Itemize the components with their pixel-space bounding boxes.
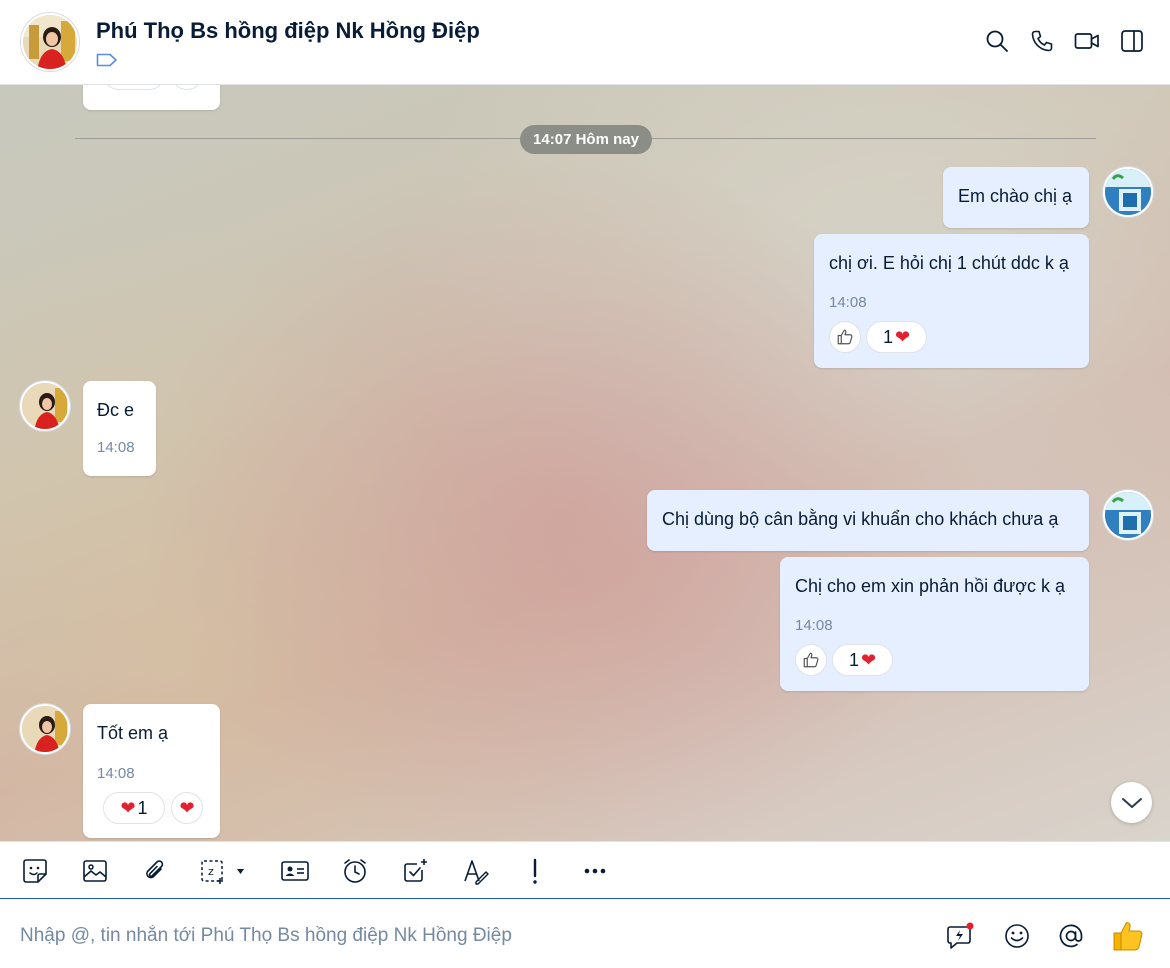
message-text: Chị cho em xin phản hồi được k ạ [795,576,1065,596]
message-bubble[interactable]: chị ơi. E hỏi chị 1 chút ddc k ạ 14:08 1… [814,234,1089,368]
chevron-down-icon [1121,797,1142,808]
message-text: Tốt em ạ [97,723,169,743]
emoji-icon[interactable] [1001,920,1033,952]
video-icon[interactable] [1073,27,1101,55]
thumbs-up-icon [837,329,853,345]
todo-icon[interactable] [398,854,432,888]
conversation-title[interactable]: Phú Thọ Bs hồng điệp Nk Hồng Điệp [96,18,480,44]
message-time: 14:08 [97,765,135,782]
screenshot-icon[interactable]: z [198,854,256,888]
heart-icon: ❤ [894,326,911,347]
message-bubble[interactable]: Chị dùng bộ cân bằng vi khuẩn cho khách … [647,490,1089,551]
attachment-icon[interactable] [138,854,172,888]
heart-react-button[interactable]: ❤ [171,792,203,824]
message-time: 14:08 [795,617,833,634]
phone-icon[interactable] [1028,27,1056,55]
chat-header: Phú Thọ Bs hồng điệp Nk Hồng Điệp [0,0,1170,85]
svg-text:z: z [208,865,214,878]
urgent-icon[interactable] [518,854,552,888]
text-format-icon[interactable] [458,854,492,888]
message-bubble[interactable]: Tốt em ạ 14:08 ❤ 1 ❤ [83,704,220,838]
sticker-icon[interactable] [18,854,52,888]
quick-message-icon[interactable] [945,920,977,952]
like-react-button[interactable] [795,644,827,676]
message-input[interactable] [20,922,900,950]
search-icon[interactable] [983,27,1011,55]
more-icon[interactable] [578,854,612,888]
thumbs-up-icon [803,652,819,668]
image-icon[interactable] [78,854,112,888]
reminder-icon[interactable] [338,854,372,888]
message-text: chị ơi. E hỏi chị 1 chút ddc k ạ [829,253,1069,273]
heart-icon: ❤ [860,649,877,670]
composer-toolbar: z [0,841,1170,899]
reaction-chip[interactable]: ❤ 1 [103,85,165,90]
time-divider: 14:07 Hôm nay [520,125,652,154]
composer [0,900,1170,968]
tag-icon[interactable] [96,53,118,72]
mention-icon[interactable] [1055,920,1087,952]
message-time: 14:08 [97,439,135,456]
message-text: Chị dùng bộ cân bằng vi khuẩn cho khách … [662,509,1059,529]
message-text: Em chào chị ạ [958,186,1073,206]
like-react-button[interactable] [829,321,861,353]
message-bubble[interactable]: Đc e 14:08 [83,381,156,476]
message-bubble[interactable]: Chị cho em xin phản hồi được k ạ 14:08 1… [780,557,1089,691]
message-list[interactable]: ❤ 1 ❤ 14:07 Hôm nay Em chào chị ạ chị ơi… [0,85,1170,841]
scroll-to-bottom-button[interactable] [1111,782,1152,823]
reaction-chip[interactable]: 1 ❤ [832,644,893,676]
contact-avatar[interactable] [21,13,79,71]
quick-like-icon[interactable] [1110,920,1146,952]
contact-avatar[interactable] [20,381,70,431]
reaction-chip[interactable]: ❤ 1 [103,792,165,824]
message-text: Đc e [97,400,135,420]
message-bubble[interactable]: Em chào chị ạ [943,167,1089,228]
heart-icon: ❤ [120,797,136,818]
heart-react-button[interactable]: ❤ [171,85,203,90]
my-avatar[interactable] [1103,167,1153,217]
heart-icon: ❤ [179,797,195,818]
contact-avatar[interactable] [20,704,70,754]
contact-card-icon[interactable] [278,854,312,888]
reaction-chip[interactable]: 1 ❤ [866,321,927,353]
sidebar-toggle-icon[interactable] [1118,27,1146,55]
message-time: 14:08 [829,294,867,311]
previous-message-bubble[interactable]: ❤ 1 ❤ [83,85,220,110]
my-avatar[interactable] [1103,490,1153,540]
